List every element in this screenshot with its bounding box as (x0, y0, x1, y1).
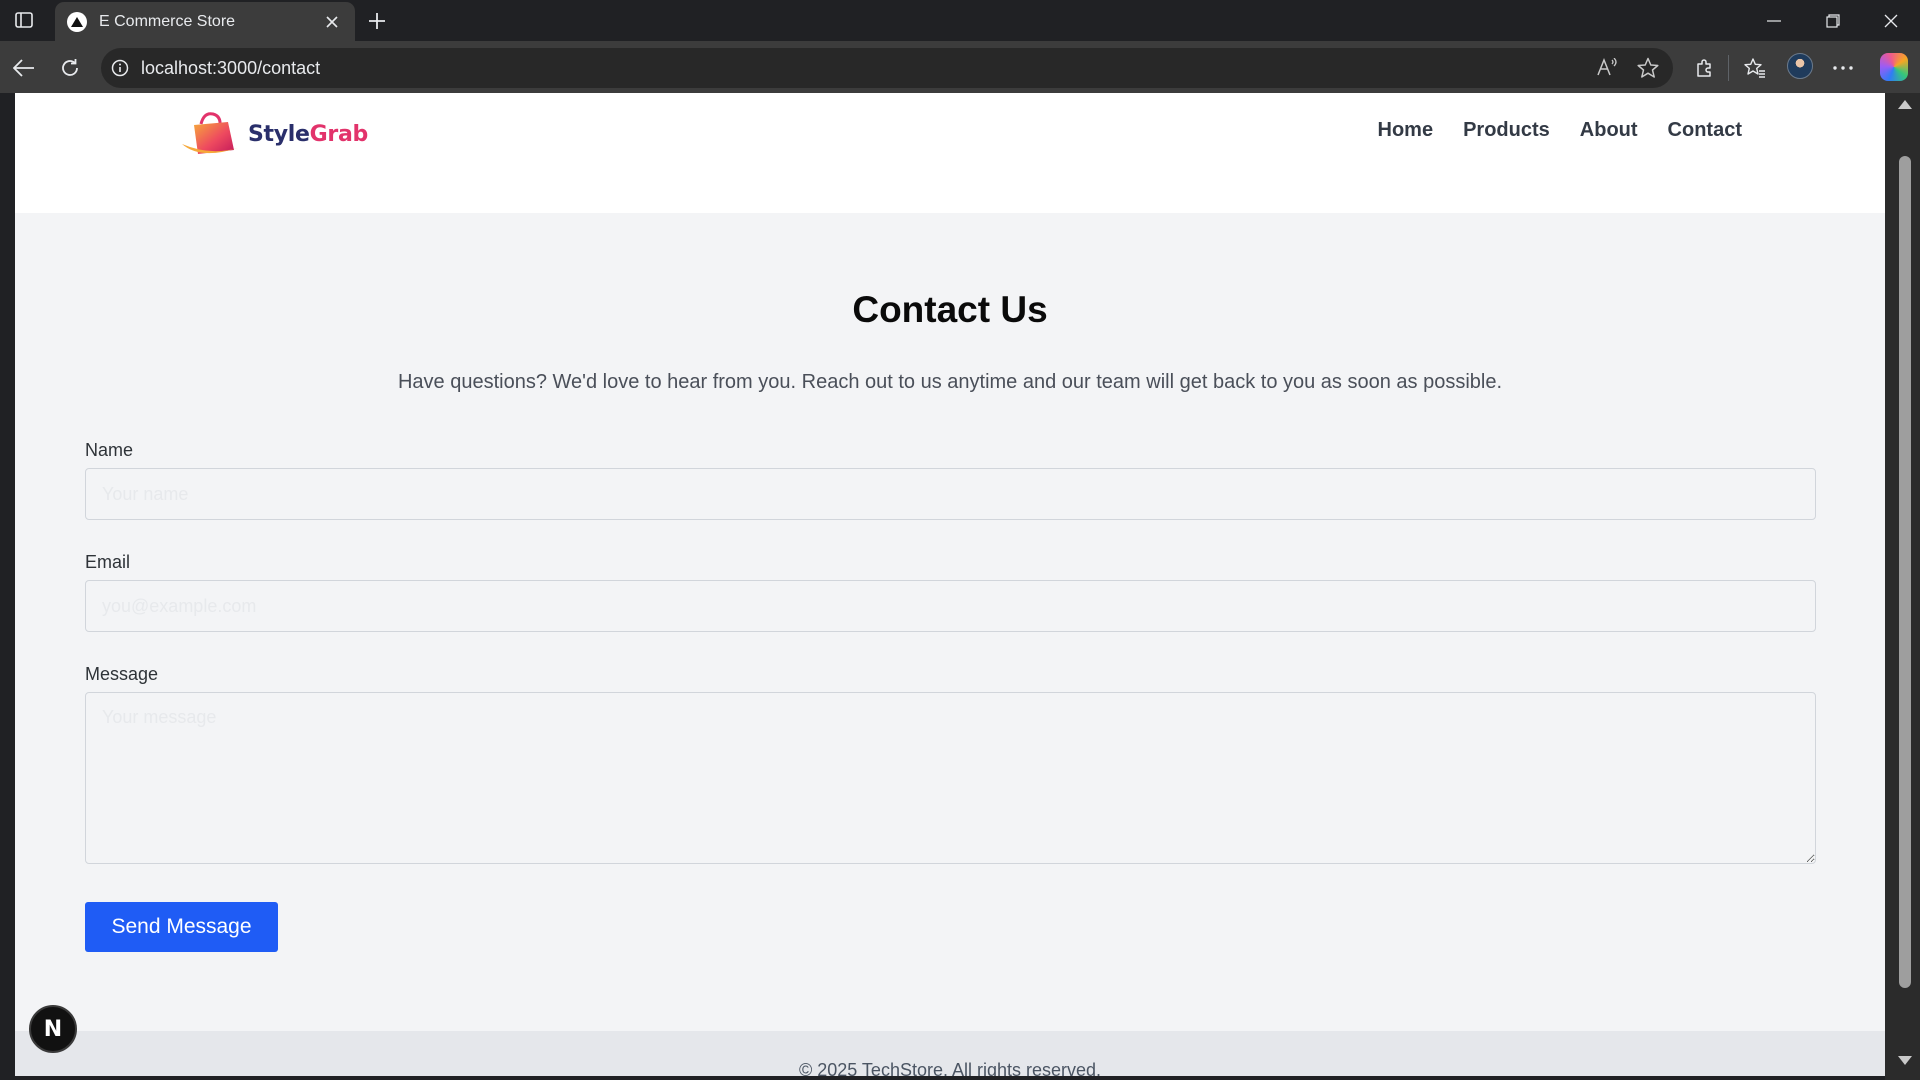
message-label: Message (85, 664, 159, 684)
tab-title: E Commerce Store (99, 13, 236, 30)
url-text[interactable]: localhost:3000/contact (141, 58, 1593, 79)
minimize-icon[interactable] (1752, 6, 1796, 36)
copilot-icon[interactable] (1880, 53, 1908, 81)
nextjs-triangle-icon (67, 12, 87, 32)
tab-actions-icon[interactable] (12, 9, 36, 31)
footer-copyright: © 2025 TechStore. All rights reserved. (798, 1060, 1102, 1076)
nav-about-link[interactable]: About (1580, 119, 1638, 142)
site-footer: © 2025 TechStore. All rights reserved. (15, 1031, 1885, 1076)
send-message-button[interactable]: Send Message (85, 902, 278, 952)
arrow-left-icon[interactable] (9, 53, 39, 83)
name-label: Name (85, 440, 134, 460)
message-textarea[interactable] (85, 692, 1816, 864)
browser-toolbar: localhost:3000/contact (0, 41, 1920, 93)
scroll-up-arrow-icon[interactable] (1898, 100, 1912, 109)
site-header: StyleGrab Home Products About Contact (15, 93, 1885, 213)
page-title: Contact Us (852, 289, 1048, 330)
site-logo[interactable]: StyleGrab (180, 109, 368, 159)
email-input[interactable] (85, 580, 1816, 632)
browser-tab-strip: E Commerce Store (0, 0, 1920, 42)
browser-tab-active[interactable]: E Commerce Store (55, 2, 355, 42)
favorites-icon[interactable] (1740, 53, 1770, 83)
shopping-bag-logo-icon (182, 112, 238, 154)
email-label: Email (85, 552, 131, 572)
nav-products-link[interactable]: Products (1463, 119, 1550, 142)
reload-icon[interactable] (55, 53, 85, 83)
name-input[interactable] (85, 468, 1816, 520)
logo-wordmark: StyleGrab (248, 121, 368, 147)
toolbar-separator (1728, 55, 1729, 81)
read-aloud-icon[interactable] (1593, 53, 1623, 83)
nextjs-n-icon: N (43, 1016, 63, 1042)
profile-avatar[interactable] (1787, 53, 1813, 79)
nextjs-dev-badge[interactable]: N (29, 1005, 77, 1053)
info-icon[interactable] (109, 57, 131, 79)
puzzle-icon[interactable] (1689, 53, 1719, 83)
address-bar[interactable]: localhost:3000/contact (101, 48, 1673, 88)
page-viewport: StyleGrab Home Products About Contact Co… (15, 93, 1885, 1076)
close-icon[interactable] (321, 11, 343, 33)
main-nav: Home Products About Contact (1378, 119, 1742, 142)
window-close-icon[interactable] (1869, 6, 1913, 36)
page-intro: Have questions? We'd love to hear from y… (397, 371, 1503, 393)
nav-home-link[interactable]: Home (1378, 119, 1434, 142)
star-icon[interactable] (1633, 53, 1663, 83)
more-dots-icon[interactable] (1828, 53, 1858, 83)
plus-icon[interactable] (364, 8, 390, 34)
window-edge (0, 93, 15, 1080)
restore-icon[interactable] (1811, 6, 1855, 36)
nav-contact-link[interactable]: Contact (1668, 119, 1742, 142)
scroll-down-arrow-icon[interactable] (1898, 1056, 1912, 1065)
scrollbar-thumb[interactable] (1899, 156, 1911, 988)
